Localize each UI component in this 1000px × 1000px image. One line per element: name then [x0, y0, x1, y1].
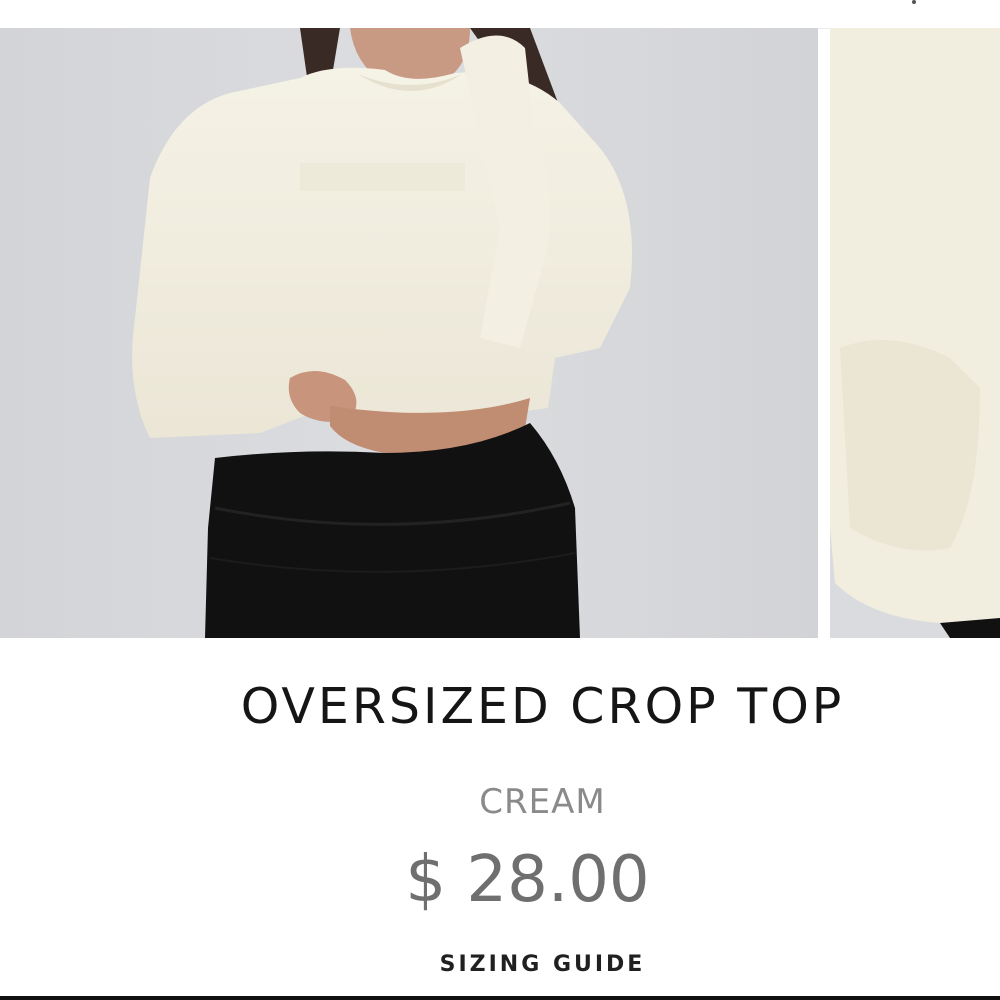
product-price: $ 28.00 — [405, 843, 650, 917]
sizing-guide-link[interactable]: SIZING GUIDE — [0, 948, 1000, 982]
menu-dot-icon[interactable] — [912, 0, 916, 4]
product-title: OVERSIZED CROP TOP — [240, 678, 845, 735]
top-bar — [0, 0, 1000, 29]
product-page: OVERSIZED CROP TOP CREAM $ 28.00 SIZING … — [0, 0, 1000, 1000]
product-color-label: CREAM — [479, 782, 606, 822]
product-image-gallery[interactable] — [0, 28, 1000, 638]
product-image-front[interactable] — [0, 28, 818, 638]
bottom-divider — [0, 996, 1000, 1000]
product-image-side[interactable] — [830, 28, 1000, 638]
